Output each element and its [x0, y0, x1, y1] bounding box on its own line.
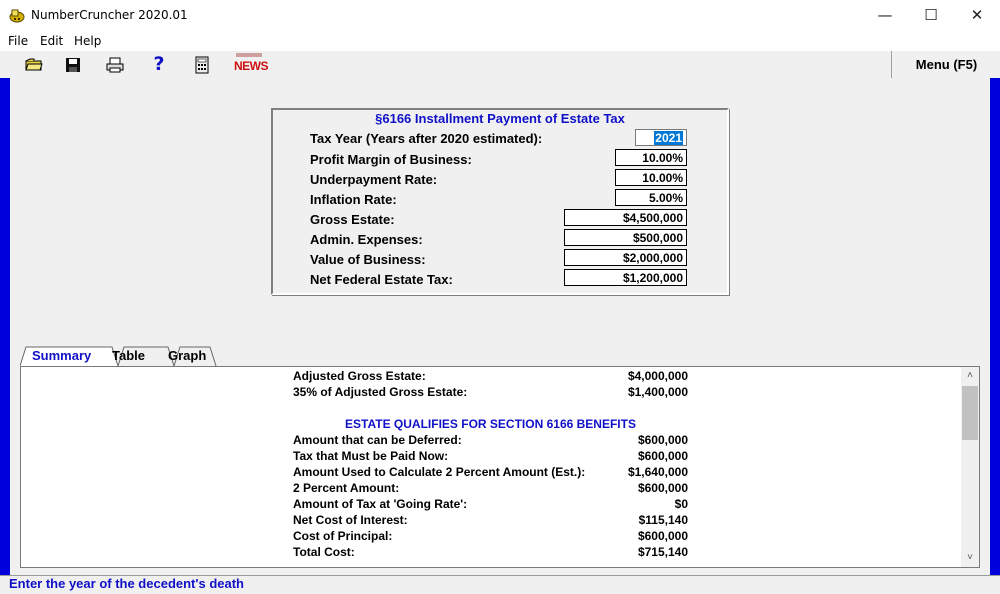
value-of-business-label: Value of Business: — [310, 252, 426, 267]
window-title: NumberCruncher 2020.01 — [31, 8, 188, 22]
admin-expenses-input[interactable]: $500,000 — [564, 229, 687, 246]
summary-row-label: Net Cost of Interest: — [293, 513, 408, 527]
summary-row-value: $115,140 — [638, 513, 688, 527]
calculator-icon[interactable] — [193, 56, 213, 74]
print-icon[interactable] — [105, 56, 125, 74]
gross-estate-label: Gross Estate: — [310, 212, 395, 227]
status-text: Enter the year of the decedent's death — [9, 576, 244, 591]
profit-margin-input[interactable]: 10.00% — [615, 149, 687, 166]
tax-year-input[interactable]: 2021 — [635, 129, 687, 146]
net-federal-estate-tax-input[interactable]: $1,200,000 — [564, 269, 687, 286]
summary-row-label: Cost of Principal: — [293, 529, 393, 543]
scroll-down-arrow-icon[interactable]: ˅ — [961, 549, 979, 567]
save-disk-icon[interactable] — [63, 56, 83, 74]
admin-expenses-label: Admin. Expenses: — [310, 232, 423, 247]
scroll-thumb[interactable] — [962, 386, 978, 440]
summary-row-value: $600,000 — [637, 529, 688, 543]
tab-table[interactable]: Table — [112, 347, 145, 365]
help-icon[interactable]: ? — [149, 53, 169, 75]
open-folder-icon[interactable] — [24, 56, 44, 74]
summary-row-value: $4,000,000 — [627, 369, 688, 383]
summary-row-label: Amount that can be Deferred: — [293, 433, 462, 447]
menu-file[interactable]: File — [8, 34, 28, 48]
profit-margin-label: Profit Margin of Business: — [310, 152, 472, 167]
menu-bar — [0, 31, 1000, 51]
gross-estate-input[interactable]: $4,500,000 — [564, 209, 687, 226]
summary-row-label: Amount of Tax at 'Going Rate': — [293, 497, 468, 511]
menu-edit[interactable]: Edit — [40, 34, 63, 48]
summary-row-value: $600,000 — [637, 481, 688, 495]
frame-right — [990, 78, 1000, 575]
minimize-button[interactable]: — — [862, 0, 908, 31]
app-calculator-icon — [9, 9, 25, 23]
maximize-button[interactable]: ☐ — [908, 0, 954, 31]
tab-summary[interactable]: Summary — [32, 347, 91, 365]
summary-row-value: $0 — [674, 497, 688, 511]
menu-f5-button[interactable]: Menu (F5) — [891, 51, 1000, 78]
summary-row-value: $715,140 — [637, 545, 688, 559]
summary-row-value: $600,000 — [637, 433, 688, 447]
summary-row-label: Adjusted Gross Estate: — [293, 369, 426, 383]
underpayment-rate-label: Underpayment Rate: — [310, 172, 438, 187]
summary-row-value: $600,000 — [637, 449, 688, 463]
scroll-up-arrow-icon[interactable]: ˄ — [961, 367, 979, 385]
summary-row-label: 2 Percent Amount: — [293, 481, 400, 495]
frame-left — [0, 78, 10, 575]
summary-row-label: Amount Used to Calculate 2 Percent Amoun… — [293, 465, 586, 479]
summary-row-label: Total Cost: — [293, 545, 355, 559]
close-button[interactable]: ✕ — [954, 0, 1000, 31]
summary-row-value: $1,400,000 — [627, 385, 688, 399]
tab-graph[interactable]: Graph — [168, 347, 206, 365]
news-icon[interactable] — [236, 53, 262, 57]
inflation-rate-input[interactable]: 5.00% — [615, 189, 687, 206]
underpayment-rate-input[interactable]: 10.00% — [615, 169, 687, 186]
qualification-heading: ESTATE QUALIFIES FOR SECTION 6166 BENEFI… — [345, 417, 636, 431]
summary-row-value: $1,640,000 — [627, 465, 688, 479]
net-federal-estate-tax-label: Net Federal Estate Tax: — [310, 272, 453, 287]
value-of-business-input[interactable]: $2,000,000 — [564, 249, 687, 266]
news-button[interactable]: NEWS — [234, 59, 269, 73]
menu-help[interactable]: Help — [74, 34, 101, 48]
inflation-rate-label: Inflation Rate: — [310, 192, 397, 207]
summary-row-label: Tax that Must be Paid Now: — [293, 449, 449, 463]
summary-row-label: 35% of Adjusted Gross Estate: — [293, 385, 468, 399]
tax-year-label: Tax Year (Years after 2020 estimated): — [310, 131, 543, 146]
panel-title: §6166 Installment Payment of Estate Tax — [375, 111, 625, 126]
